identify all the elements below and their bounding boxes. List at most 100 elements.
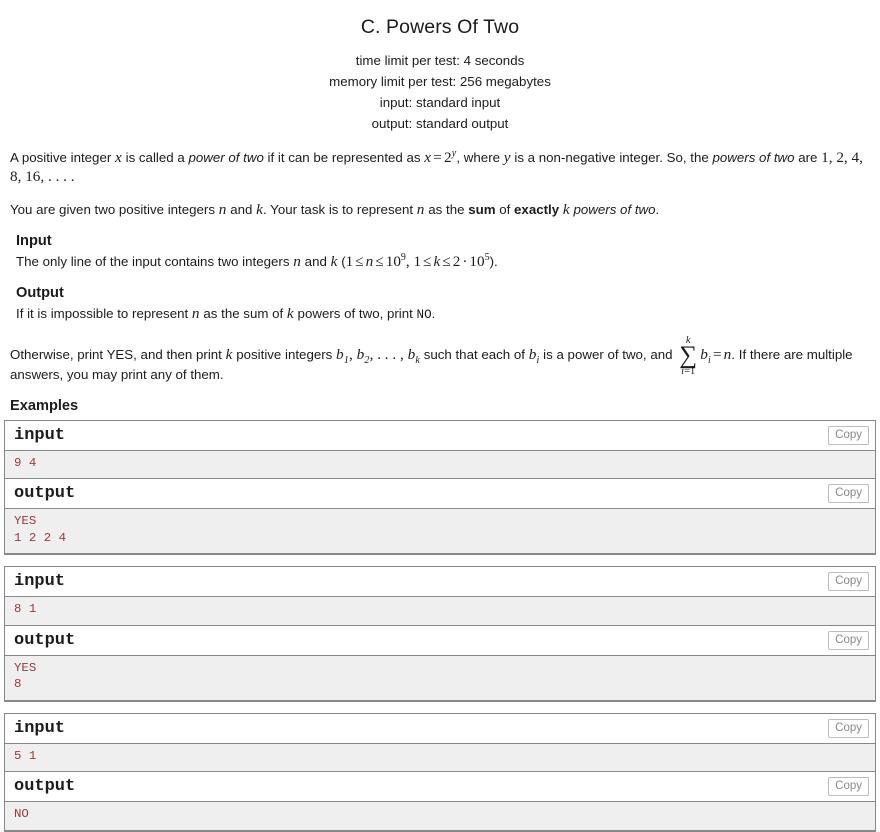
- math-b1: b1: [336, 346, 349, 366]
- output-title: output Copy: [5, 625, 875, 656]
- page-title: C. Powers Of Two: [360, 16, 520, 38]
- math-operator-le: ≤: [423, 253, 432, 271]
- statement-paragraph-1: A positive integer x is called a power o…: [10, 148, 870, 186]
- math-n: n: [191, 305, 200, 323]
- copy-input-button[interactable]: Copy: [828, 718, 869, 738]
- math-b2: b2: [357, 346, 370, 366]
- text-fragment: . Your task is to represent: [263, 202, 417, 218]
- math-n: n: [293, 253, 301, 271]
- literal-no: NO: [416, 308, 432, 323]
- input-title: input Copy: [5, 420, 875, 451]
- math-equation-x-eq-2y: x = 2y: [424, 149, 456, 167]
- math-bk: bk: [408, 346, 420, 366]
- math-n: n: [218, 201, 227, 219]
- output-label: output: [14, 484, 76, 504]
- input-title: input Copy: [5, 567, 875, 598]
- memory-limit: memory limit per test: 256 megabytes: [329, 74, 551, 90]
- text-fragment: is called a: [121, 150, 189, 166]
- output-data: NO: [5, 802, 875, 830]
- input-label: input: [14, 425, 66, 445]
- math-constraints: 1 ≤ n ≤109, 1 ≤ k ≤2 · 105: [346, 253, 490, 271]
- emphasis-powers-of-two: powers of two: [712, 150, 795, 166]
- problem-header: C. Powers Of Two time limit per test: 4 …: [4, 0, 876, 134]
- copy-output-button[interactable]: Copy: [828, 777, 869, 797]
- text-fragment: You are given two positive integers: [10, 202, 219, 218]
- text-fragment: of: [495, 202, 515, 218]
- problem-legend: A positive integer x is called a power o…: [4, 148, 876, 383]
- math-number-2: 2: [443, 149, 452, 167]
- copy-input-button[interactable]: Copy: [828, 425, 869, 445]
- text-fragment: If it is impossible to represent: [16, 306, 192, 322]
- output-data: YES 1 2 2 4: [5, 509, 875, 554]
- text-fragment: .: [431, 306, 436, 322]
- math-k: k: [286, 305, 294, 323]
- math-operator-le: ≤: [355, 253, 364, 271]
- input-data: 5 1: [5, 743, 875, 773]
- text-fragment: .: [655, 202, 660, 218]
- output-description-2: Otherwise, print YES, and then print k p…: [10, 335, 870, 383]
- problem-statement: C. Powers Of Two time limit per test: 4 …: [4, 0, 876, 832]
- text-fragment: and: [300, 254, 331, 270]
- math-sum-lower-limit: i=1: [677, 362, 699, 381]
- output-description-1: If it is impossible to represent n as th…: [16, 304, 870, 325]
- text-fragment: ).: [489, 254, 498, 270]
- math-y: y: [503, 149, 511, 167]
- math-var-b: b: [336, 346, 344, 364]
- text-fragment: are: [794, 150, 822, 166]
- copy-input-button[interactable]: Copy: [828, 572, 869, 592]
- math-ellipsis: , . . . ,: [369, 346, 408, 364]
- sample-test-block: input Copy 8 1 output Copy YES 8: [4, 566, 876, 702]
- math-k: k: [256, 201, 264, 219]
- math-var-b: b: [700, 346, 709, 364]
- text-fragment: is a non-negative integer. So, the: [510, 150, 713, 166]
- text-fragment: and: [226, 202, 257, 218]
- examples-heading: Examples: [10, 397, 79, 414]
- input-label: input: [14, 718, 66, 738]
- text-fragment: is a power of two, and: [539, 347, 677, 363]
- bold-sum: sum: [468, 202, 496, 218]
- text-fragment: as the: [424, 202, 469, 218]
- text-fragment: A positive integer: [10, 150, 115, 166]
- input-spec: input: standard input: [379, 95, 501, 111]
- text-fragment: such that each of: [420, 347, 529, 363]
- emphasis-powers-of-two: powers of two: [573, 202, 656, 218]
- copy-output-button[interactable]: Copy: [828, 630, 869, 650]
- math-operator-le: ≤: [442, 253, 451, 271]
- math-bi: bi: [529, 346, 540, 366]
- statement-paragraph-2: You are given two positive integers n an…: [10, 200, 870, 219]
- math-x: x: [114, 149, 122, 167]
- math-operator-le: ≤: [375, 253, 384, 271]
- text-fragment: , where: [456, 150, 504, 166]
- output-title: output Copy: [5, 479, 875, 510]
- math-sum-upper-limit: k: [685, 334, 691, 346]
- output-label: output: [14, 777, 76, 797]
- math-comma: ,: [349, 346, 357, 364]
- output-section-body: If it is impossible to represent n as th…: [16, 304, 870, 325]
- output-label: output: [14, 630, 76, 650]
- output-title: output Copy: [5, 772, 875, 803]
- bold-exactly: exactly: [514, 202, 560, 218]
- math-summation: k ∑ i=1: [677, 335, 699, 377]
- math-operator-equals: =: [713, 346, 722, 364]
- math-number-10: 10: [469, 253, 485, 271]
- output-section-heading: Output: [16, 285, 64, 302]
- math-operator-equals: =: [433, 149, 442, 167]
- text-fragment: powers of two, print: [293, 306, 417, 322]
- output-spec: output: standard output: [371, 116, 509, 132]
- input-label: input: [14, 572, 66, 592]
- sample-test-block: input Copy 9 4 output Copy YES 1 2 2 4: [4, 419, 876, 556]
- input-title: input Copy: [5, 713, 875, 744]
- text-fragment: if it can be represented as: [263, 150, 425, 166]
- text-fragment: (: [337, 254, 346, 270]
- text-fragment: Otherwise, print YES, and then print: [10, 347, 226, 363]
- time-limit: time limit per test: 4 seconds: [355, 53, 525, 69]
- input-section-heading: Input: [16, 233, 52, 250]
- input-section-body: The only line of the input contains two …: [16, 252, 870, 271]
- input-data: 8 1: [5, 597, 875, 626]
- copy-output-button[interactable]: Copy: [828, 484, 869, 504]
- text-fragment: positive integers: [232, 347, 337, 363]
- math-k: k: [330, 253, 338, 271]
- math-b-sub-i: bi: [700, 346, 711, 366]
- emphasis-power-of-two: power of two: [188, 150, 264, 166]
- math-k: k: [562, 201, 570, 219]
